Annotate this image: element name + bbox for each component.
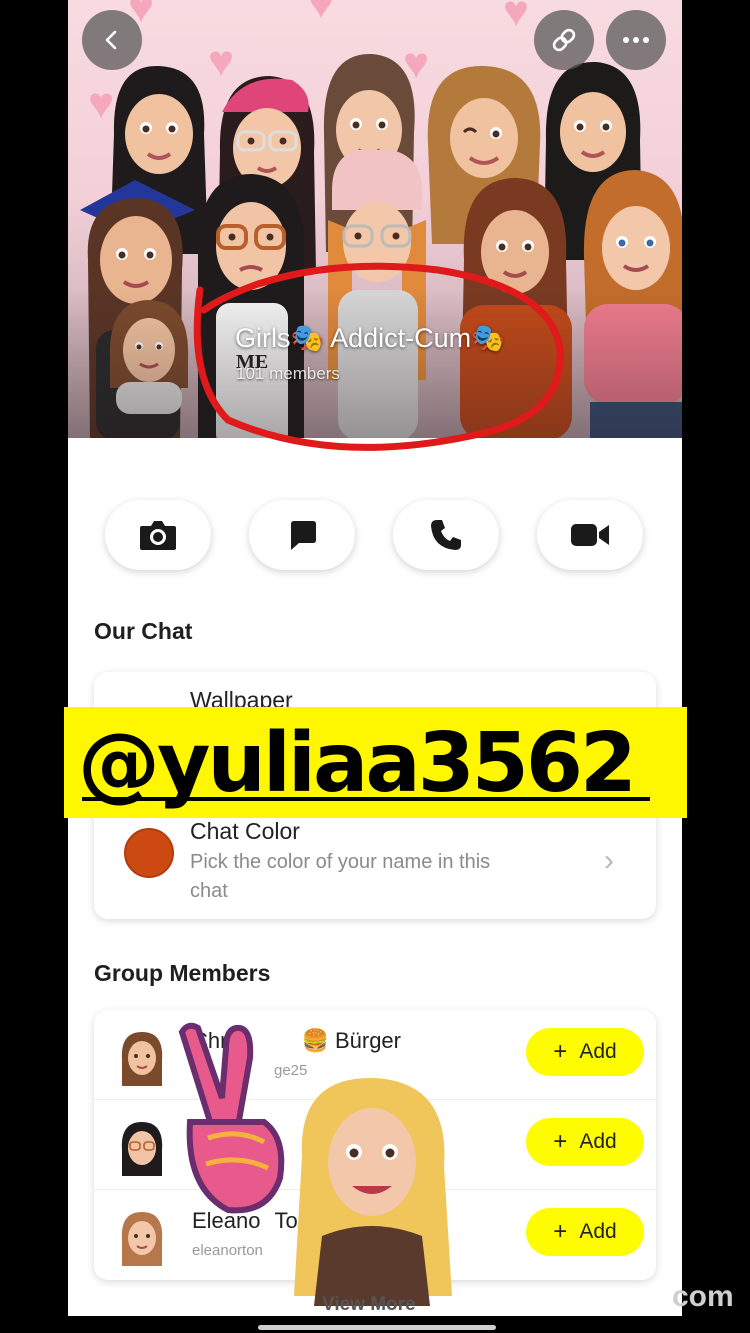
group-profile-screen: ♥ ♥ ♥ ♥ ♥ ♥ Girls🎭 Addict-Cum🎭 101 membe… [68, 0, 682, 1316]
member-avatar [121, 1122, 163, 1176]
add-label: Add [579, 1220, 617, 1243]
more-options-button[interactable] [606, 10, 666, 70]
add-member-button[interactable]: + Add [526, 1118, 644, 1166]
chat-color-row[interactable]: Chat Color Pick the color of your name i… [94, 806, 656, 919]
back-button[interactable] [82, 10, 142, 70]
chat-button[interactable] [249, 500, 355, 570]
chat-color-label: Chat Color [190, 818, 300, 844]
share-link-button[interactable] [534, 10, 594, 70]
plus-icon: + [553, 1038, 568, 1065]
chevron-right-icon: › [604, 844, 614, 877]
peace-hand-sticker [178, 1022, 285, 1214]
add-member-button[interactable]: + Add [526, 1208, 644, 1256]
blonde-avatar-sticker [294, 1077, 452, 1306]
group-members-heading: Group Members [94, 960, 271, 986]
add-label: Add [579, 1040, 617, 1063]
heart-decoration: ♥ [308, 0, 335, 28]
member-avatar [121, 1032, 163, 1086]
member-name-part: 🍔 Bürger [301, 1028, 401, 1053]
more-dots-icon [623, 37, 649, 43]
header-gradient-overlay [68, 288, 682, 438]
voice-call-button[interactable] [393, 500, 499, 570]
chat-color-description-cont: chat [190, 880, 228, 902]
plus-icon: + [553, 1218, 568, 1245]
phone-icon [431, 520, 461, 550]
group-header-art: ♥ ♥ ♥ ♥ ♥ ♥ Girls🎭 Addict-Cum🎭 101 membe… [68, 0, 682, 438]
add-member-button[interactable]: + Add [526, 1028, 644, 1076]
home-indicator[interactable] [258, 1325, 496, 1330]
chevron-left-icon [105, 30, 117, 50]
chat-bubble-icon [291, 521, 316, 550]
link-icon [552, 28, 576, 52]
add-label: Add [579, 1130, 617, 1153]
chat-color-description: Pick the color of your name in this [190, 851, 491, 873]
our-chat-heading: Our Chat [94, 618, 193, 644]
chat-color-swatch [124, 828, 174, 878]
member-count[interactable]: 101 members [236, 364, 340, 384]
watermark-underline [82, 797, 650, 801]
watermark-com: com [672, 1280, 734, 1313]
camera-icon [140, 521, 176, 550]
view-more-button[interactable]: View More [322, 1294, 416, 1316]
video-icon [571, 524, 609, 546]
video-call-button[interactable] [537, 500, 643, 570]
camera-button[interactable] [105, 500, 211, 570]
plus-icon: + [553, 1128, 568, 1155]
member-username: eleanorton [192, 1242, 263, 1259]
member-avatar [121, 1212, 163, 1266]
heart-decoration: ♥ [503, 0, 530, 36]
group-name[interactable]: Girls🎭 Addict-Cum🎭 [235, 322, 505, 354]
